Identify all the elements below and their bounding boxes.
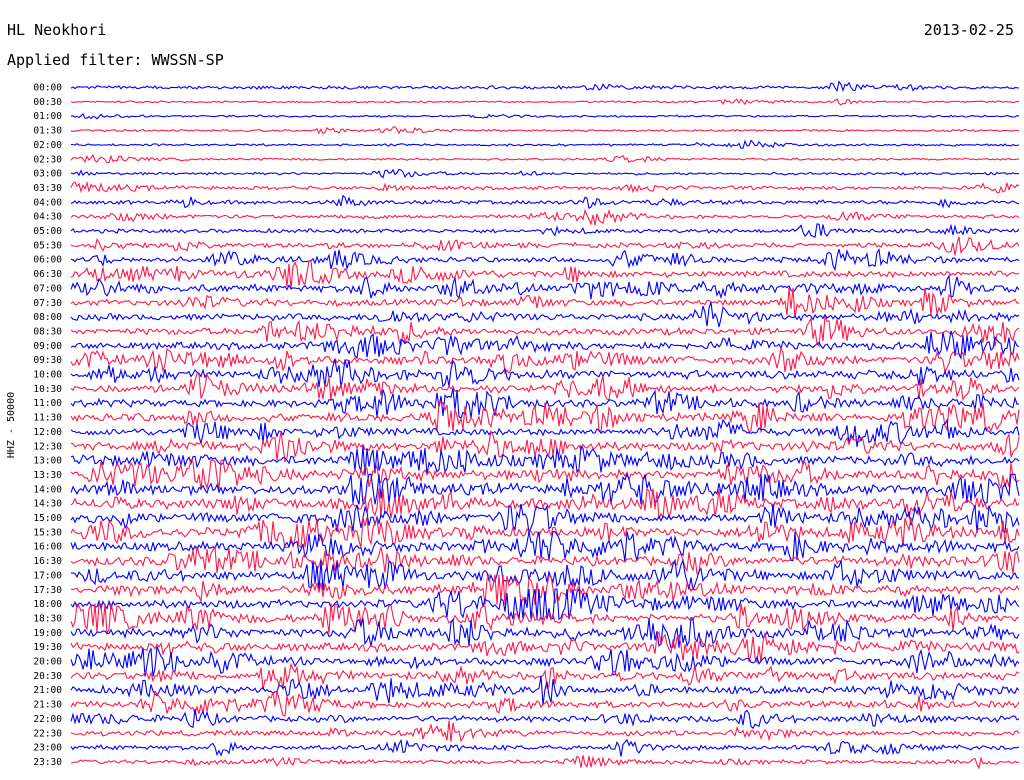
seismic-trace xyxy=(70,690,1020,717)
time-tick-label: 03:30 xyxy=(33,183,62,194)
seismic-trace xyxy=(70,738,1020,757)
time-tick-label: 19:30 xyxy=(33,642,62,653)
seismic-trace xyxy=(70,755,1020,770)
seismic-trace xyxy=(70,316,1020,348)
seismic-trace xyxy=(70,330,1020,361)
time-tick-label: 19:00 xyxy=(33,628,62,639)
seismic-trace xyxy=(70,153,1020,164)
trace-group xyxy=(70,80,1020,770)
time-tick-label: 18:30 xyxy=(33,613,62,624)
seismic-trace xyxy=(70,168,1019,179)
time-tick-label: 06:30 xyxy=(33,269,62,280)
seismic-trace xyxy=(70,180,1020,194)
time-tick-label: 08:30 xyxy=(33,326,62,337)
time-tick-label: 21:30 xyxy=(33,700,62,711)
time-tick-label: 05:00 xyxy=(33,226,62,237)
time-tick-label: 12:00 xyxy=(33,427,62,438)
seismic-trace xyxy=(70,194,1020,209)
seismic-trace xyxy=(70,458,1020,491)
time-tick-label: 07:00 xyxy=(33,283,62,294)
time-tick-label: 11:30 xyxy=(33,413,62,424)
time-tick-label: 23:00 xyxy=(33,743,62,754)
seismic-trace xyxy=(70,545,1020,575)
time-tick-label: 13:00 xyxy=(33,456,62,467)
seismic-trace xyxy=(70,273,1020,300)
time-tick-label: 04:30 xyxy=(33,212,62,223)
seismic-trace xyxy=(70,113,1020,120)
time-tick-label: 17:00 xyxy=(33,570,62,581)
time-tick-label: 00:00 xyxy=(33,83,62,94)
time-tick-label: 10:00 xyxy=(33,370,62,381)
seismic-trace xyxy=(70,587,1020,621)
time-tick-label: 08:00 xyxy=(33,312,62,323)
time-tick-label: 03:00 xyxy=(33,169,62,180)
time-tick-label: 04:00 xyxy=(33,197,62,208)
seismic-trace xyxy=(70,472,1020,506)
seismic-trace xyxy=(70,139,1020,149)
time-tick-label: 12:30 xyxy=(33,441,62,452)
time-tick-label: 18:00 xyxy=(33,599,62,610)
y-axis-label: HHZ - 50000 xyxy=(6,392,17,458)
time-tick-label: 06:00 xyxy=(33,255,62,266)
seismic-trace xyxy=(70,80,1020,93)
time-tick-label: 20:00 xyxy=(33,657,62,668)
time-tick-label: 13:30 xyxy=(33,470,62,481)
time-tick-label: 16:30 xyxy=(33,556,62,567)
time-tick-label: 01:00 xyxy=(33,111,62,122)
time-tick-label: 11:00 xyxy=(33,398,62,409)
time-tick-label: 15:00 xyxy=(33,513,62,524)
time-tick-label: 09:00 xyxy=(33,341,62,352)
time-tick-label: 16:00 xyxy=(33,542,62,553)
seismic-trace xyxy=(70,259,1020,290)
time-tick-label: 09:30 xyxy=(33,355,62,366)
seismic-trace xyxy=(70,709,1020,730)
time-tick-label: 15:30 xyxy=(33,527,62,538)
seismic-trace xyxy=(70,720,1020,743)
seismic-trace xyxy=(70,359,1020,389)
time-tick-label: 00:30 xyxy=(33,97,62,108)
time-tick-label: 05:30 xyxy=(33,240,62,251)
seismic-trace xyxy=(70,126,1020,135)
time-tick-label: 14:30 xyxy=(33,499,62,510)
time-tick-label: 02:30 xyxy=(33,154,62,165)
time-tick-label: 14:00 xyxy=(33,484,62,495)
time-tick-label: 10:30 xyxy=(33,384,62,395)
helicorder-chart: HL Neokhori 2013-02-25 Applied filter: W… xyxy=(0,0,1024,780)
seismic-trace xyxy=(70,675,1020,706)
seismic-trace xyxy=(70,248,1020,272)
seismic-trace xyxy=(70,531,1020,562)
time-tick-label: 22:00 xyxy=(33,714,62,725)
seismic-trace xyxy=(70,429,1020,463)
seismic-trace xyxy=(70,223,1020,239)
seismic-trace xyxy=(70,572,1020,605)
time-tick-label: 01:30 xyxy=(33,126,62,137)
seismogram-plot: 00:00 00:30 01:00 01:30 02:00 02:30 03:00 03:30… xyxy=(6,80,1020,770)
time-tick-label: 20:30 xyxy=(33,671,62,682)
time-tick-label: 23:30 xyxy=(33,757,62,768)
time-tick-label: 22:30 xyxy=(33,728,62,739)
seismic-trace xyxy=(70,208,1020,226)
time-tick-label: 21:00 xyxy=(33,685,62,696)
time-tick-label: 07:30 xyxy=(33,298,62,309)
seismic-trace xyxy=(70,98,1020,106)
seismic-trace xyxy=(70,372,1020,402)
time-tick-group: 00:00 00:30 01:00 01:30 02:00 02:30 03:00 03:30… xyxy=(33,83,62,768)
time-tick-label: 17:30 xyxy=(33,585,62,596)
time-tick-label: 02:00 xyxy=(33,140,62,151)
